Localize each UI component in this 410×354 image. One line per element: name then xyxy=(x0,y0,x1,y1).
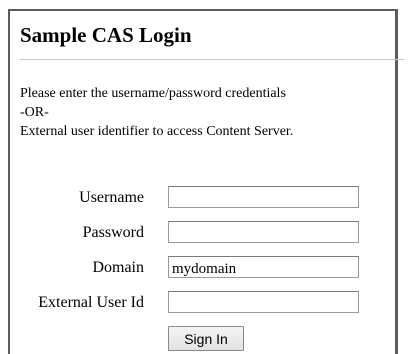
instructions-line: External user identifier to access Conte… xyxy=(20,124,294,139)
password-label: Password xyxy=(82,224,144,241)
external-user-id-label: External User Id xyxy=(38,294,144,311)
instructions-line: Please enter the username/password crede… xyxy=(20,86,286,101)
sign-in-button[interactable]: Sign In xyxy=(168,326,244,351)
username-row: Username xyxy=(10,186,400,210)
domain-label: Domain xyxy=(92,259,144,276)
instructions-separator: -OR- xyxy=(20,105,49,120)
page-title: Sample CAS Login xyxy=(20,23,192,47)
password-row: Password xyxy=(10,221,400,245)
domain-input[interactable] xyxy=(168,256,359,278)
password-input[interactable] xyxy=(168,221,359,243)
title-divider xyxy=(20,59,404,60)
login-panel: Sample CAS Login Please enter the userna… xyxy=(8,9,404,354)
domain-row: Domain xyxy=(10,256,400,280)
external-user-id-input[interactable] xyxy=(168,291,359,313)
username-label: Username xyxy=(79,189,144,206)
external-user-id-row: External User Id xyxy=(10,291,400,315)
instructions: Please enter the username/password crede… xyxy=(20,84,293,141)
username-input[interactable] xyxy=(168,186,359,208)
